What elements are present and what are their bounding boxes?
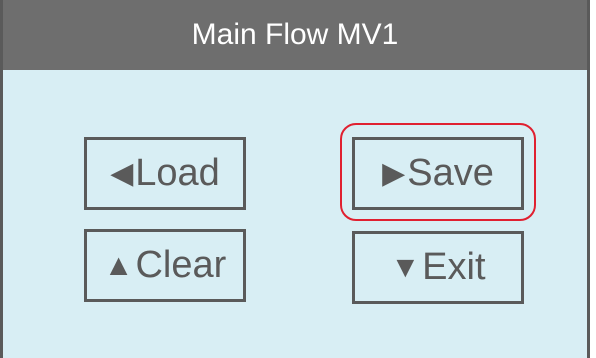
exit-button-label: Exit (422, 246, 486, 288)
load-button[interactable]: ◀ Load (84, 137, 246, 210)
left-triangle-icon: ◀ (110, 157, 134, 190)
screen-title-bar: Main Flow MV1 (3, 0, 587, 70)
save-button[interactable]: ▶ Save (352, 137, 524, 210)
hmi-screen: Main Flow MV1 ◀ Load ▶ Save ▲ Clear ▼ Ex… (0, 0, 590, 358)
clear-button[interactable]: ▲ Clear (84, 229, 246, 302)
clear-button-label: Clear (135, 244, 227, 286)
down-triangle-icon: ▼ (390, 250, 421, 284)
right-triangle-icon: ▶ (382, 157, 406, 190)
load-button-label: Load (135, 152, 220, 194)
exit-button[interactable]: ▼ Exit (352, 231, 524, 304)
up-triangle-icon: ▲ (103, 248, 134, 282)
save-button-label: Save (407, 152, 494, 194)
screen-title: Main Flow MV1 (191, 18, 399, 51)
